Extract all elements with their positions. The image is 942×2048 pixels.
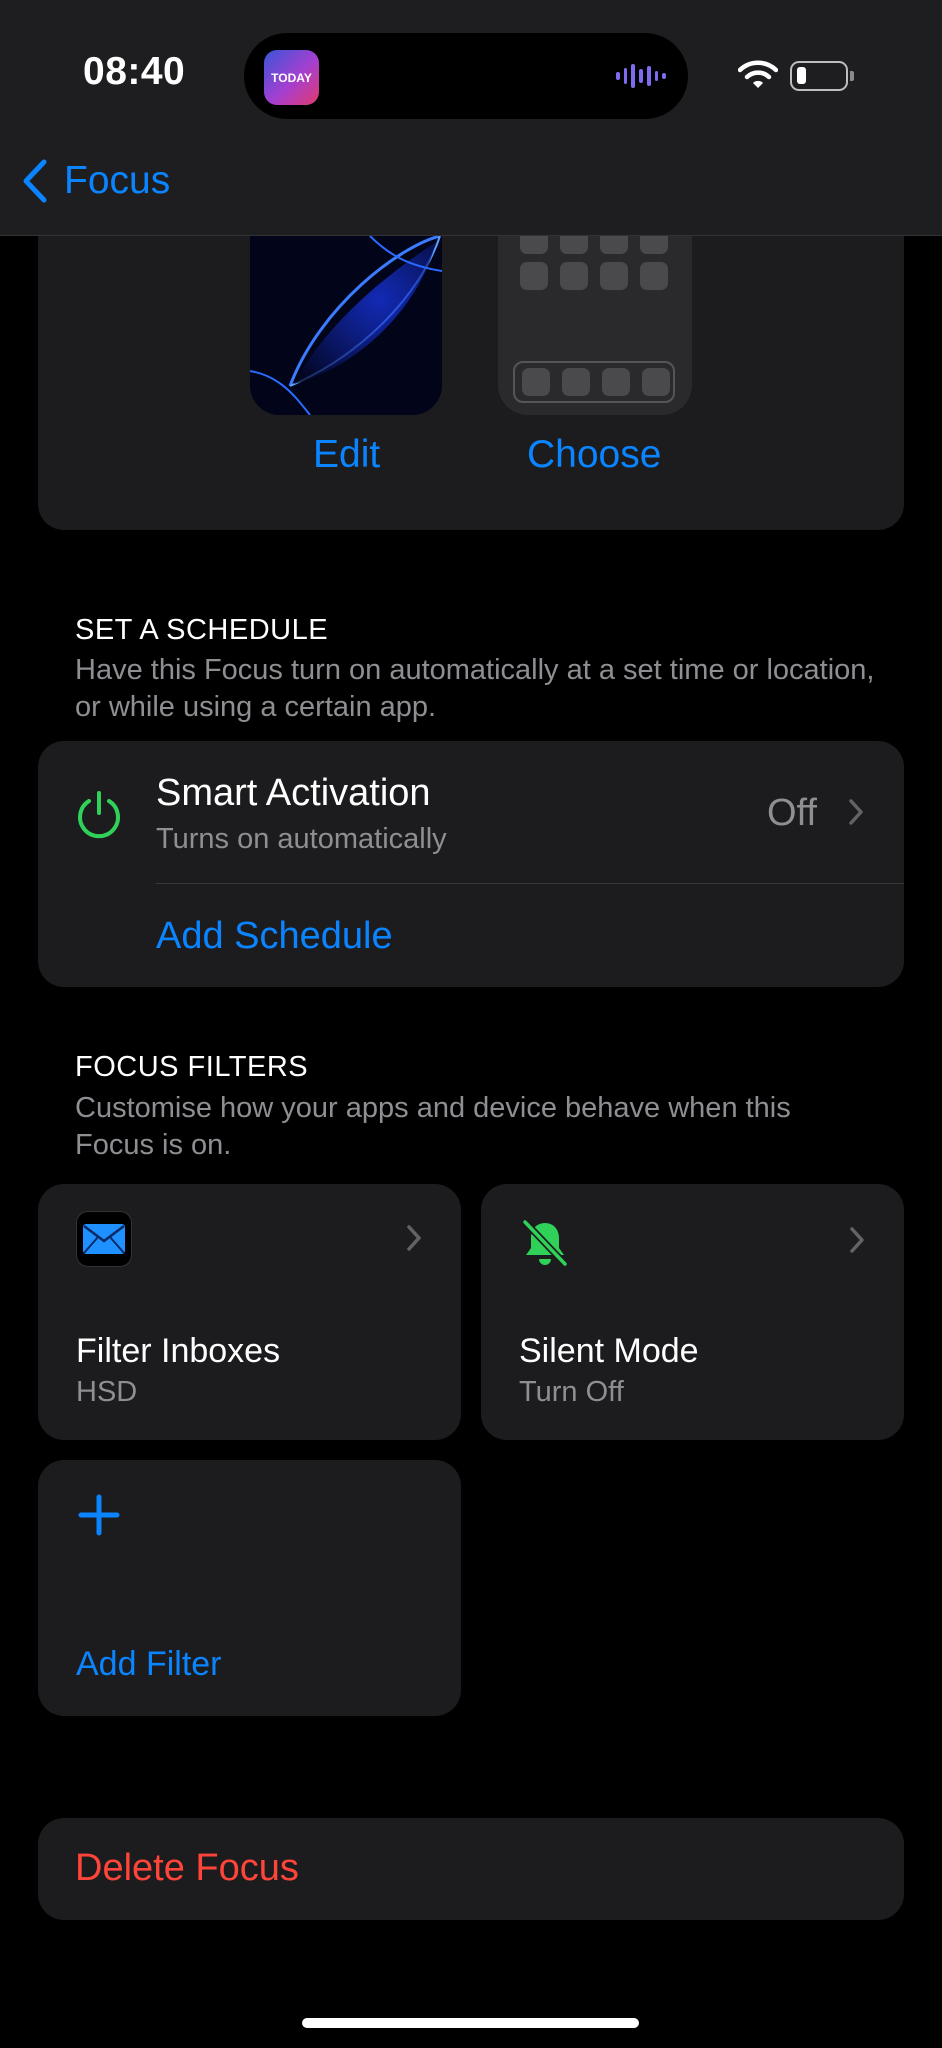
top-bar: 08:40 TODAY Focus xyxy=(0,0,942,236)
chevron-right-icon xyxy=(848,798,864,831)
battery-icon xyxy=(790,61,854,91)
schedule-header: SET A SCHEDULE xyxy=(75,614,329,646)
home-screen-preview[interactable] xyxy=(498,236,692,415)
wifi-icon xyxy=(737,60,779,95)
filter-subtitle: HSD xyxy=(76,1376,138,1408)
add-schedule-button[interactable]: Add Schedule xyxy=(156,915,393,958)
bell-slash-icon xyxy=(519,1217,571,1274)
audio-waveform-icon xyxy=(616,63,667,89)
back-label: Focus xyxy=(64,159,171,202)
smart-activation-title: Smart Activation xyxy=(156,772,431,814)
today-app-icon: TODAY xyxy=(264,50,319,105)
edit-wallpaper-button[interactable]: Edit xyxy=(313,433,380,477)
filters-description: Customise how your apps and device behav… xyxy=(75,1092,791,1161)
filter-tile-inboxes[interactable]: Filter Inboxes HSD xyxy=(38,1184,461,1440)
mail-icon xyxy=(76,1211,132,1267)
dock xyxy=(513,361,675,403)
power-icon xyxy=(74,789,124,844)
chevron-right-icon xyxy=(406,1224,422,1257)
filter-title: Silent Mode xyxy=(519,1332,699,1370)
divider xyxy=(156,883,904,884)
lock-screen-preview[interactable] xyxy=(250,236,442,415)
smart-activation-value: Off xyxy=(767,792,817,834)
plus-icon xyxy=(78,1494,120,1541)
smart-activation-subtitle: Turns on automatically xyxy=(156,823,447,855)
chevron-left-icon xyxy=(23,159,47,203)
status-time: 08:40 xyxy=(83,50,186,93)
dynamic-island[interactable]: TODAY xyxy=(244,33,688,119)
choose-home-screen-button[interactable]: Choose xyxy=(527,433,661,477)
delete-focus-label: Delete Focus xyxy=(75,1847,299,1889)
filter-subtitle: Turn Off xyxy=(519,1376,624,1408)
chevron-right-icon xyxy=(849,1226,865,1259)
delete-focus-button[interactable]: Delete Focus xyxy=(38,1818,904,1920)
filter-title: Filter Inboxes xyxy=(76,1332,281,1370)
back-button[interactable]: Focus xyxy=(20,158,170,204)
add-filter-tile[interactable]: Add Filter xyxy=(38,1460,461,1716)
filter-tile-silent-mode[interactable]: Silent Mode Turn Off xyxy=(481,1184,904,1440)
schedule-description: Have this Focus turn on automatically at… xyxy=(75,654,875,723)
home-indicator[interactable] xyxy=(302,2018,639,2028)
add-filter-label: Add Filter xyxy=(76,1645,222,1683)
focus-settings-screen: Edit Choose SET A SCHEDULE Have this Foc… xyxy=(0,0,942,2048)
filters-header: FOCUS FILTERS xyxy=(75,1051,309,1083)
